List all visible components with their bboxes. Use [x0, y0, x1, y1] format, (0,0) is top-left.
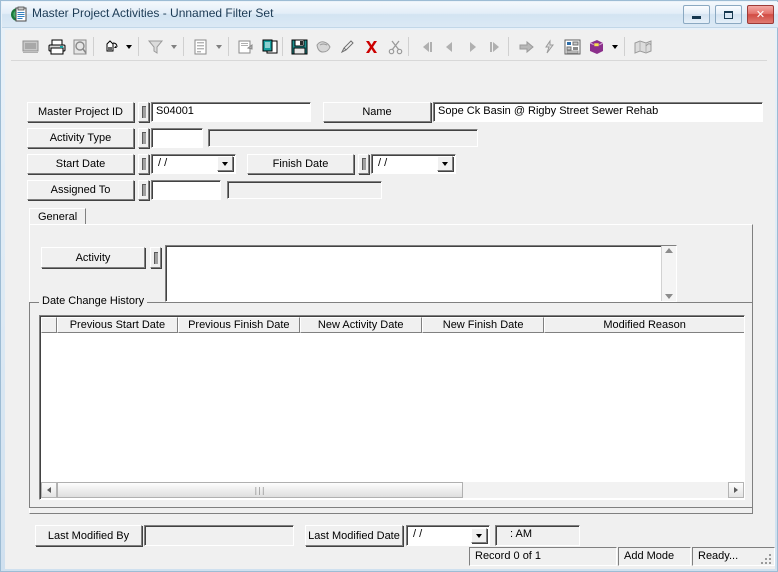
name-label-button[interactable]: Name — [323, 102, 431, 122]
tab-general[interactable]: General — [29, 208, 87, 225]
project-activities-icon — [10, 6, 27, 23]
first-record-icon[interactable] — [415, 35, 438, 58]
title-bar[interactable]: Master Project Activities - Unnamed Filt… — [2, 2, 778, 28]
properties-icon[interactable] — [234, 35, 257, 58]
grid-header-modified-reason[interactable]: Modified Reason — [544, 317, 744, 333]
activity-type-label-button[interactable]: Activity Type — [27, 128, 134, 148]
start-date-dropdown-button[interactable] — [217, 156, 233, 171]
last-modified-date-label-button[interactable]: Last Modified Date — [305, 525, 403, 546]
last-modified-time-input: : AM — [495, 525, 580, 546]
filter-dropdown-arrow[interactable] — [167, 35, 180, 58]
scroll-up-icon[interactable] — [665, 248, 673, 253]
activity-type-description — [208, 129, 478, 147]
grid-header-new-finish-date[interactable]: New Finish Date — [421, 317, 545, 333]
tab-general-label: General — [38, 211, 78, 223]
module-icon[interactable] — [585, 35, 608, 58]
tab-strip: General — [29, 208, 753, 225]
attachment-icon[interactable] — [538, 35, 561, 58]
close-button[interactable]: ✕ — [747, 5, 774, 24]
filter-icon[interactable] — [144, 35, 167, 58]
finish-date-label-button[interactable]: Finish Date — [247, 154, 354, 174]
master-project-id-input[interactable]: S04001 — [151, 102, 311, 122]
finish-date-lookup-button[interactable] — [358, 154, 369, 174]
print-preview-icon[interactable] — [69, 35, 92, 58]
status-record-count: Record 0 of 1 — [469, 547, 617, 566]
last-modified-by-label: Last Modified By — [47, 529, 130, 542]
application-window: Master Project Activities - Unnamed Filt… — [0, 0, 778, 572]
map-icon[interactable] — [631, 35, 654, 58]
minimize-button[interactable] — [682, 5, 710, 24]
grid-hscroll-track[interactable]: ||| — [57, 482, 728, 498]
activity-textarea[interactable] — [165, 245, 677, 302]
activity-label: Activity — [75, 251, 111, 264]
report-dropdown-arrow[interactable] — [212, 35, 225, 58]
assigned-to-label: Assigned To — [50, 184, 111, 196]
status-mode: Add Mode — [618, 547, 691, 566]
next-record-icon[interactable] — [461, 35, 484, 58]
last-record-icon[interactable] — [484, 35, 507, 58]
add-icon[interactable] — [312, 35, 335, 58]
resize-grip[interactable] — [759, 552, 773, 566]
grid-horizontal-scrollbar[interactable]: ||| — [41, 482, 744, 498]
last-modified-date-dropdown-button[interactable] — [471, 528, 487, 543]
activity-type-input[interactable] — [151, 128, 203, 148]
grid-header-row: Previous Start Date Previous Finish Date… — [41, 317, 744, 333]
master-project-id-label-button[interactable]: Master Project ID — [27, 102, 134, 122]
assigned-to-description — [227, 181, 382, 199]
maximize-button[interactable] — [714, 5, 742, 24]
date-change-history-grid[interactable]: Previous Start Date Previous Finish Date… — [39, 315, 745, 500]
last-modified-by-input — [144, 525, 294, 546]
window-frame: Master Project Activities - Unnamed Filt… — [0, 0, 778, 572]
grid-header-previous-finish-date[interactable]: Previous Finish Date — [178, 317, 300, 333]
scroll-down-icon[interactable] — [665, 294, 673, 299]
activity-label-button[interactable]: Activity — [41, 247, 145, 268]
master-project-id-label: Master Project ID — [38, 106, 123, 118]
scroll-right-icon[interactable] — [728, 482, 744, 498]
activity-lookup-button[interactable] — [150, 247, 161, 268]
assigned-to-input[interactable] — [151, 180, 221, 200]
finish-date-dropdown-button[interactable] — [437, 156, 453, 171]
grid-hscroll-thumb[interactable]: ||| — [57, 482, 463, 498]
client-area: Master Project ID S04001 Name Sope Ck Ba… — [5, 30, 775, 569]
screen-layout-icon[interactable] — [19, 35, 42, 58]
goto-icon[interactable] — [515, 35, 538, 58]
start-date-label: Start Date — [55, 158, 106, 170]
last-modified-by-label-button[interactable]: Last Modified By — [35, 525, 142, 546]
grid-body[interactable] — [41, 333, 744, 481]
assigned-to-label-button[interactable]: Assigned To — [27, 180, 134, 200]
edit-icon[interactable] — [336, 35, 359, 58]
scroll-left-icon[interactable] — [41, 482, 57, 498]
name-input[interactable]: Sope Ck Basin @ Rigby Street Sewer Rehab — [433, 102, 763, 122]
start-date-label-button[interactable]: Start Date — [27, 154, 134, 174]
grid-header-corner — [41, 317, 57, 333]
cut-icon[interactable] — [384, 35, 407, 58]
find-icon[interactable] — [99, 35, 122, 58]
grid-header-new-activity-date[interactable]: New Activity Date — [299, 317, 422, 333]
grid-header-previous-start-date[interactable]: Previous Start Date — [56, 317, 179, 333]
date-change-history-legend: Date Change History — [39, 295, 148, 307]
copy-record-icon[interactable] — [258, 35, 281, 58]
previous-record-icon[interactable] — [438, 35, 461, 58]
report-icon[interactable] — [189, 35, 212, 58]
print-icon[interactable] — [45, 35, 68, 58]
window-title: Master Project Activities - Unnamed Filt… — [32, 6, 274, 20]
window-controls: ✕ — [681, 5, 774, 25]
master-project-id-lookup-button[interactable] — [138, 102, 149, 122]
activity-type-label: Activity Type — [49, 132, 112, 144]
finish-date-label: Finish Date — [272, 158, 329, 170]
activity-scrollbar[interactable] — [661, 246, 676, 301]
delete-icon[interactable] — [360, 35, 383, 58]
start-date-lookup-button[interactable] — [138, 154, 149, 174]
toolbar — [11, 32, 767, 61]
save-icon[interactable] — [288, 35, 311, 58]
find-dropdown-arrow[interactable] — [122, 35, 135, 58]
status-bar: Record 0 of 1 Add Mode Ready... — [5, 547, 775, 567]
assigned-to-lookup-button[interactable] — [138, 180, 149, 200]
tree-view-icon[interactable] — [561, 35, 584, 58]
name-label: Name — [362, 106, 392, 118]
last-modified-date-label: Last Modified Date — [308, 529, 400, 542]
activity-type-lookup-button[interactable] — [138, 128, 149, 148]
module-dropdown-arrow[interactable] — [608, 35, 621, 58]
